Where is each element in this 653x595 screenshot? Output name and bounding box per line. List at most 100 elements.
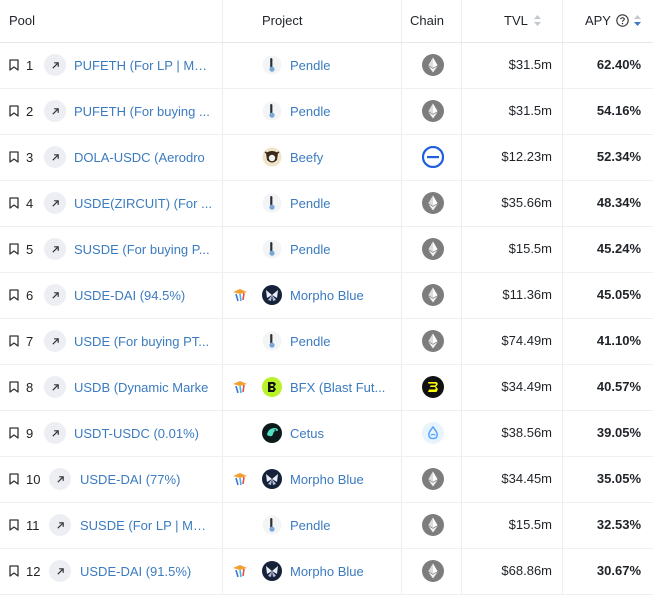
table-row[interactable]: 9 USDT-USDC (0.01%) Cetus $38.56m 39.05%: [0, 411, 653, 457]
ethereum-icon[interactable]: [422, 468, 444, 490]
column-divider: [461, 181, 462, 226]
project-name-link[interactable]: Morpho Blue: [290, 273, 392, 318]
column-divider: [401, 181, 402, 226]
bookmark-icon[interactable]: [9, 243, 19, 255]
bookmark-icon[interactable]: [9, 59, 19, 71]
tvl-column-header[interactable]: TVL: [504, 0, 541, 42]
project-name-link[interactable]: Pendle: [290, 89, 392, 134]
bookmark-icon[interactable]: [9, 473, 19, 485]
external-link-icon[interactable]: [44, 146, 66, 168]
project-name-link[interactable]: Pendle: [290, 227, 392, 272]
pool-name-link[interactable]: SUSDE (For LP | Mat...: [80, 503, 212, 548]
table-row[interactable]: 4 USDE(ZIRCUIT) (For ... Pendle $35.66m …: [0, 181, 653, 227]
bookmark-icon[interactable]: [9, 381, 19, 393]
pool-name-link[interactable]: USDE-DAI (91.5%): [80, 549, 212, 594]
pendle-icon: [262, 55, 282, 75]
ethereum-icon[interactable]: [422, 100, 444, 122]
external-link-icon[interactable]: [44, 376, 66, 398]
bookmark-icon[interactable]: [9, 335, 19, 347]
pool-name-link[interactable]: USDE (For buying PT...: [74, 319, 212, 364]
pool-rank: 2: [26, 104, 34, 119]
external-link-icon[interactable]: [44, 192, 66, 214]
external-link-icon[interactable]: [44, 422, 66, 444]
pool-name-link[interactable]: SUSDE (For buying P...: [74, 227, 212, 272]
yield-farming-icon: [232, 564, 248, 578]
ethereum-icon[interactable]: [422, 514, 444, 536]
external-link-icon[interactable]: [44, 100, 66, 122]
pool-name-link[interactable]: USDE(ZIRCUIT) (For ...: [74, 181, 212, 226]
project-name-link[interactable]: Beefy: [290, 135, 392, 180]
pool-name-link[interactable]: USDB (Dynamic Marke: [74, 365, 212, 410]
project-name-link[interactable]: Morpho Blue: [290, 457, 392, 502]
table-row[interactable]: 6 USDE-DAI (94.5%) Morpho Blue $11.36m 4…: [0, 273, 653, 319]
project-name-link[interactable]: Morpho Blue: [290, 549, 392, 594]
pool-column-header[interactable]: Pool: [9, 0, 35, 42]
column-divider: [401, 365, 402, 410]
project-name-link[interactable]: Cetus: [290, 411, 392, 456]
tvl-value: $31.5m: [508, 103, 552, 118]
bookmark-icon[interactable]: [9, 151, 19, 163]
table-row[interactable]: 10 USDE-DAI (77%) Morpho Blue $34.45m 35…: [0, 457, 653, 503]
bookmark-icon[interactable]: [9, 565, 19, 577]
morpho-icon: [262, 561, 282, 581]
project-column-header[interactable]: Project: [262, 0, 302, 42]
ethereum-icon[interactable]: [422, 54, 444, 76]
apy-column-header[interactable]: APY: [585, 0, 641, 42]
bookmark-icon[interactable]: [9, 197, 19, 209]
chain-column-header[interactable]: Chain: [410, 0, 444, 42]
project-name-link[interactable]: Pendle: [290, 503, 392, 548]
pool-rank: 1: [26, 58, 34, 73]
morpho-icon: [262, 285, 282, 305]
bookmark-icon[interactable]: [9, 427, 19, 439]
external-link-icon[interactable]: [44, 330, 66, 352]
table-row[interactable]: 3 DOLA-USDC (Aerodro Beefy $12.23m 52.34…: [0, 135, 653, 181]
pool-name-link[interactable]: PUFETH (For buying ...: [74, 89, 212, 134]
tvl-value: $34.45m: [501, 471, 552, 486]
ethereum-icon[interactable]: [422, 560, 444, 582]
project-name-link[interactable]: BFX (Blast Fut...: [290, 365, 392, 410]
tvl-header-label: TVL: [504, 13, 528, 28]
column-divider: [401, 135, 402, 180]
pool-name-link[interactable]: USDE-DAI (94.5%): [74, 273, 212, 318]
pool-rank: 6: [26, 288, 34, 303]
project-name-link[interactable]: Pendle: [290, 43, 392, 88]
external-link-icon[interactable]: [44, 238, 66, 260]
blast-icon[interactable]: [422, 376, 444, 398]
project-name-link[interactable]: Pendle: [290, 319, 392, 364]
apy-sort-desc-icon[interactable]: [634, 15, 641, 26]
ethereum-icon[interactable]: [422, 330, 444, 352]
table-row[interactable]: 8 USDB (Dynamic Marke BFX (Blast Fut... …: [0, 365, 653, 411]
pool-name-link[interactable]: USDT-USDC (0.01%): [74, 411, 212, 456]
table-row[interactable]: 12 USDE-DAI (91.5%) Morpho Blue $68.86m …: [0, 549, 653, 595]
tvl-sort-icon[interactable]: [534, 15, 541, 26]
external-link-icon[interactable]: [49, 560, 71, 582]
column-divider: [222, 227, 223, 272]
table-row[interactable]: 1 PUFETH (For LP | Ma... Pendle $31.5m 6…: [0, 43, 653, 89]
table-row[interactable]: 7 USDE (For buying PT... Pendle $74.49m …: [0, 319, 653, 365]
help-circle-icon[interactable]: [616, 14, 630, 27]
external-link-icon[interactable]: [49, 468, 71, 490]
base-icon[interactable]: [422, 146, 444, 168]
external-link-icon[interactable]: [44, 284, 66, 306]
table-row[interactable]: 11 SUSDE (For LP | Mat... Pendle $15.5m …: [0, 503, 653, 549]
column-divider: [222, 319, 223, 364]
bfx-icon: [262, 377, 282, 397]
bookmark-icon[interactable]: [9, 289, 19, 301]
table-row[interactable]: 2 PUFETH (For buying ... Pendle $31.5m 5…: [0, 89, 653, 135]
bookmark-icon[interactable]: [9, 519, 19, 531]
column-divider: [222, 89, 223, 134]
ethereum-icon[interactable]: [422, 238, 444, 260]
ethereum-icon[interactable]: [422, 284, 444, 306]
external-link-icon[interactable]: [44, 54, 66, 76]
pendle-icon: [262, 331, 282, 351]
bookmark-icon[interactable]: [9, 105, 19, 117]
project-name-link[interactable]: Pendle: [290, 181, 392, 226]
pool-name-link[interactable]: PUFETH (For LP | Ma...: [74, 43, 212, 88]
pool-name-link[interactable]: DOLA-USDC (Aerodro: [74, 135, 212, 180]
table-row[interactable]: 5 SUSDE (For buying P... Pendle $15.5m 4…: [0, 227, 653, 273]
external-link-icon[interactable]: [49, 514, 71, 536]
sui-icon[interactable]: [422, 422, 444, 444]
yield-farming-icon: [232, 472, 248, 486]
pool-name-link[interactable]: USDE-DAI (77%): [80, 457, 212, 502]
ethereum-icon[interactable]: [422, 192, 444, 214]
